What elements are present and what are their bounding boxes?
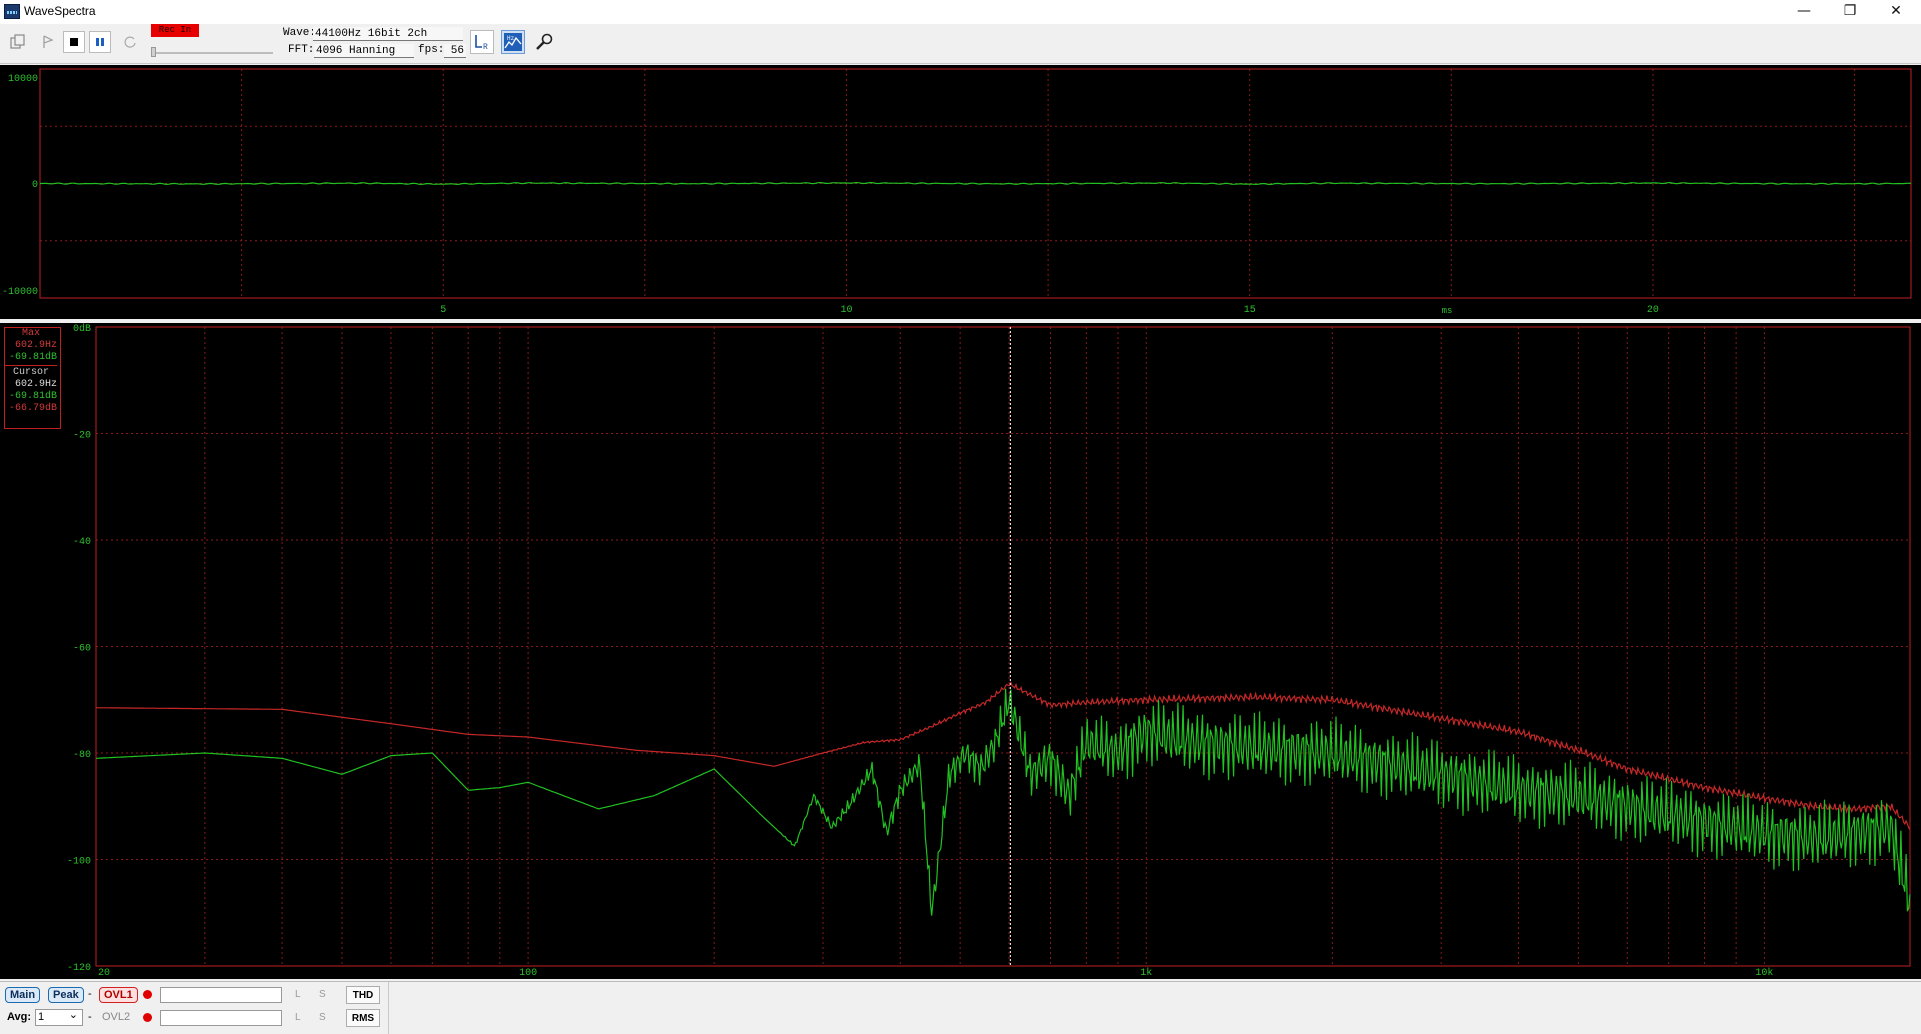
rms-button[interactable]: RMS: [346, 1009, 380, 1027]
dash-1: -: [88, 988, 92, 1000]
wrench-icon: [536, 33, 553, 50]
max-label: Max: [21, 328, 40, 339]
copy-button[interactable]: [7, 31, 29, 53]
settings-button[interactable]: [532, 30, 556, 54]
spectrum-panel: 0dB -20 -40 -60 -80 -100 -120 20 100 1k 10k Max 6…: [0, 323, 1921, 979]
app-icon: [4, 4, 20, 19]
peak-button[interactable]: Peak: [48, 987, 84, 1003]
cursor-level-red: -66.79dB: [8, 403, 57, 414]
wave-label: Wave:: [283, 27, 317, 39]
spec-x-tick: 100: [519, 968, 537, 979]
wave-y-tick-minus10000: -10000: [2, 287, 38, 298]
ch2-s-label: S: [319, 1012, 326, 1023]
spec-x-tick: 20: [98, 968, 110, 979]
wave-x-unit: ms: [1442, 306, 1453, 316]
restore-icon: ❐: [1843, 3, 1857, 19]
waveform-trace: [40, 181, 1912, 186]
max-frequency: 602.9Hz: [14, 340, 57, 351]
avg-select[interactable]: 1 ⌄: [35, 1009, 83, 1026]
window-title: WaveSpectra: [24, 4, 96, 18]
waveform-chart[interactable]: 10000 0 -10000 5 10 15 20 ms: [0, 65, 1921, 319]
spec-x-tick: 10k: [1755, 967, 1773, 979]
spec-x-tick: 1k: [1140, 967, 1152, 979]
pause-button[interactable]: [89, 31, 111, 53]
max-level: -69.81dB: [8, 352, 57, 363]
spectrum-live-trace: [96, 688, 1911, 916]
stop-button[interactable]: [63, 31, 85, 53]
wave-y-tick-10000: 10000: [8, 74, 38, 85]
ch1-l-label: L: [295, 989, 301, 1000]
peak-info-box: Max 602.9Hz -69.81dB Cursor 602.9Hz -69.…: [4, 327, 61, 429]
play-button[interactable]: [37, 31, 59, 53]
thd-button[interactable]: THD: [346, 986, 380, 1004]
rec-in-badge: Rec In: [151, 24, 199, 37]
slider-track: [151, 52, 273, 54]
title-bar: WaveSpectra — ❐ ✕: [0, 0, 1921, 24]
wave-x-tick-10: 10: [840, 305, 852, 316]
restore-button[interactable]: ❐: [1827, 0, 1873, 24]
wave-x-tick-5: 5: [440, 305, 446, 316]
level-meter-2: [160, 1010, 282, 1026]
loop-icon: [124, 36, 136, 48]
cursor-frequency: 602.9Hz: [14, 379, 57, 390]
slider-thumb[interactable]: [151, 47, 156, 57]
status-divider: [388, 982, 389, 1034]
wave-x-tick-15: 15: [1244, 305, 1256, 316]
spec-y-tick: -60: [73, 644, 91, 655]
ovl2-indicator: [143, 1013, 152, 1022]
rec-level-slider[interactable]: [151, 44, 273, 57]
spectrum-settings-icon: Hz: [504, 33, 522, 51]
spec-y-tick: -40: [73, 537, 91, 548]
cursor-label: Cursor: [12, 367, 49, 378]
spectrum-chart[interactable]: 0dB -20 -40 -60 -80 -100 -120 20 100 1k 10k: [0, 323, 1921, 979]
wave-format-field: 44100Hz 16bit 2ch: [313, 27, 463, 41]
minimize-button[interactable]: —: [1781, 0, 1827, 24]
spec-y-tick: 0dB: [73, 323, 91, 335]
spec-y-tick: -20: [73, 431, 91, 442]
ch2-l-label: L: [295, 1012, 301, 1023]
spec-y-tick: -80: [73, 750, 91, 761]
ovl2-label[interactable]: OVL2: [102, 1011, 130, 1023]
main-button[interactable]: Main: [5, 987, 41, 1003]
avg-value: 1: [38, 1011, 45, 1023]
level-meter-1: [160, 987, 282, 1003]
close-button[interactable]: ✕: [1873, 0, 1919, 24]
ch1-s-label: S: [319, 989, 326, 1000]
spectrum-max-trace: [96, 680, 1911, 830]
play-icon: [43, 35, 54, 48]
fps-label: fps:: [418, 44, 445, 56]
dash-2: -: [88, 1011, 92, 1023]
svg-text:Hz: Hz: [507, 35, 515, 42]
spec-y-tick: -100: [67, 857, 91, 868]
fft-settings-field[interactable]: 4096 Hanning: [314, 44, 414, 58]
fps-value: 56: [444, 44, 466, 58]
lr-channel-icon: R: [475, 35, 488, 52]
ovl1-button[interactable]: OVL1: [99, 987, 138, 1003]
close-icon: ✕: [1890, 3, 1902, 19]
cursor-level-green: -69.81dB: [8, 391, 57, 402]
waveform-panel: 10000 0 -10000 5 10 15 20 ms: [0, 65, 1921, 319]
pause-icon: [96, 38, 104, 46]
svg-text:R: R: [483, 43, 488, 52]
status-bar: Main Peak - OVL1 L S THD Avg: 1 ⌄ - OVL2…: [0, 981, 1921, 1034]
minimize-icon: —: [1797, 3, 1811, 19]
copy-icon: [10, 34, 25, 49]
avg-label: Avg:: [7, 1011, 32, 1023]
chevron-down-icon: ⌄: [68, 1009, 78, 1021]
spectrum-settings-button[interactable]: Hz: [501, 30, 525, 54]
loop-button[interactable]: [119, 31, 141, 53]
fft-label: FFT:: [288, 44, 315, 56]
wave-x-tick-20: 20: [1647, 305, 1659, 316]
ovl1-indicator: [143, 990, 152, 999]
lr-channel-button[interactable]: R: [470, 30, 494, 54]
spec-y-tick: -120: [67, 963, 91, 974]
wave-y-tick-0: 0: [32, 180, 38, 191]
toolbar: Rec In Wave: 44100Hz 16bit 2ch FFT: 4096…: [0, 24, 1921, 64]
stop-icon: [70, 38, 78, 46]
